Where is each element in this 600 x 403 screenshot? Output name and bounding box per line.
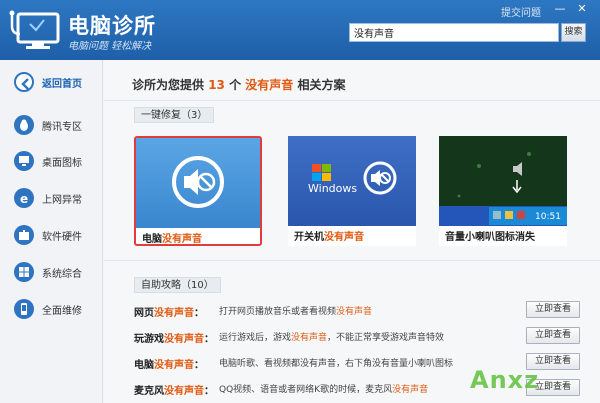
quick-fix-header: 一键修复（3）	[134, 107, 215, 123]
back-arrow-icon	[14, 72, 34, 92]
monitor-icon	[14, 151, 34, 171]
sidebar-item-label: 桌面图标	[42, 158, 82, 169]
guide-title: 麦克风没有声音：	[134, 386, 214, 397]
guide-description: QQ视频、语音或者网络K歌的时候，麦克风没有声音	[219, 385, 429, 395]
sidebar-item-label: 返回首页	[42, 79, 82, 90]
main-panel: 诊所为您提供 13 个 没有声音 相关方案 一键修复（3） 电脑没有声音 Win…	[104, 60, 600, 403]
card-thumbnail: Windows	[288, 136, 416, 226]
sidebar-item-label: 软件硬件	[42, 232, 82, 243]
fix-card-startup-no-sound[interactable]: Windows 开关机没有声音	[288, 136, 416, 246]
minimize-button[interactable]: —	[553, 3, 567, 15]
view-now-button[interactable]: 立即查看	[526, 327, 580, 344]
guide-title: 电脑没有声音：	[134, 360, 204, 371]
sidebar-item-internet[interactable]: e 上网异常	[0, 183, 103, 213]
puzzle-icon	[14, 225, 34, 245]
guide-description: 打开网页播放音乐或者看视频没有声音	[219, 307, 373, 317]
sidebar-item-tencent[interactable]: 腾讯专区	[0, 110, 103, 140]
guide-title: 网页没有声音：	[134, 308, 204, 319]
search-input[interactable]	[349, 23, 559, 42]
card-thumbnail: 10:51	[439, 136, 567, 226]
title-bar: 电脑诊所 电脑问题 轻松解决 提交问题 — ✕ 搜索	[0, 0, 600, 60]
windows-logo-icon: Windows	[308, 161, 397, 195]
penguin-icon	[14, 115, 34, 135]
sidebar-item-label: 系统综合	[42, 269, 82, 280]
windows-icon	[14, 262, 34, 282]
result-summary: 诊所为您提供 13 个 没有声音 相关方案	[132, 78, 346, 92]
submit-question-link[interactable]: 提交问题	[501, 4, 541, 19]
app-title: 电脑诊所	[68, 14, 156, 38]
phone-icon	[14, 299, 34, 319]
card-caption: 开关机没有声音	[294, 232, 364, 243]
sidebar-item-software-hardware[interactable]: 软件硬件	[0, 220, 103, 250]
muted-speaker-icon	[172, 156, 224, 208]
sidebar-item-desktop-icons[interactable]: 桌面图标	[0, 146, 103, 176]
view-now-button[interactable]: 立即查看	[526, 301, 580, 318]
fix-card-volume-icon-missing[interactable]: 10:51 音量小喇叭图标消失	[439, 136, 567, 246]
app-subtitle: 电脑问题 轻松解决	[68, 41, 152, 52]
guide-title: 玩游戏没有声音：	[134, 334, 214, 345]
sidebar-item-repair[interactable]: 全面维修	[0, 294, 103, 324]
close-button[interactable]: ✕	[575, 3, 589, 15]
ie-icon: e	[14, 188, 34, 208]
card-caption: 音量小喇叭图标消失	[445, 232, 535, 243]
windows-wordmark: Windows	[308, 182, 357, 195]
sidebar-item-home[interactable]: 返回首页	[0, 67, 103, 97]
sidebar-item-label: 全面维修	[42, 306, 82, 317]
card-thumbnail	[136, 138, 260, 228]
self-help-header: 自助攻略（10）	[134, 277, 221, 293]
sidebar-item-label: 上网异常	[42, 195, 82, 206]
divider	[104, 100, 600, 101]
guide-description: 运行游戏后，游戏没有声音，不能正常享受游戏声音特效	[219, 333, 445, 343]
search-button[interactable]: 搜索	[561, 23, 586, 42]
result-count: 13	[208, 78, 225, 92]
guide-row: 玩游戏没有声音： 运行游戏后，游戏没有声音，不能正常享受游戏声音特效 立即查看	[134, 326, 580, 346]
fix-card-no-sound[interactable]: 电脑没有声音	[134, 136, 262, 246]
sidebar: 返回首页 腾讯专区 桌面图标 e 上网异常 软件硬件 系统综合 全面维修	[0, 60, 103, 403]
watermark-logo: Anxz	[470, 366, 540, 394]
svg-text:e: e	[20, 192, 28, 205]
guide-row: 网页没有声音： 打开网页播放音乐或者看视频没有声音 立即查看	[134, 300, 580, 320]
sidebar-item-system[interactable]: 系统综合	[0, 257, 103, 287]
taskbar-tray-icon: 10:51	[439, 136, 567, 226]
tray-clock: 10:51	[535, 212, 561, 222]
stethoscope-monitor-logo-icon	[9, 10, 60, 49]
sidebar-item-label: 腾讯专区	[42, 122, 82, 133]
guide-description: 电脑听歌、看视频都没有声音，右下角没有音量小喇叭图标	[219, 359, 454, 369]
search-keyword: 没有声音	[245, 78, 294, 92]
card-caption: 电脑没有声音	[142, 234, 202, 245]
divider	[104, 260, 600, 261]
